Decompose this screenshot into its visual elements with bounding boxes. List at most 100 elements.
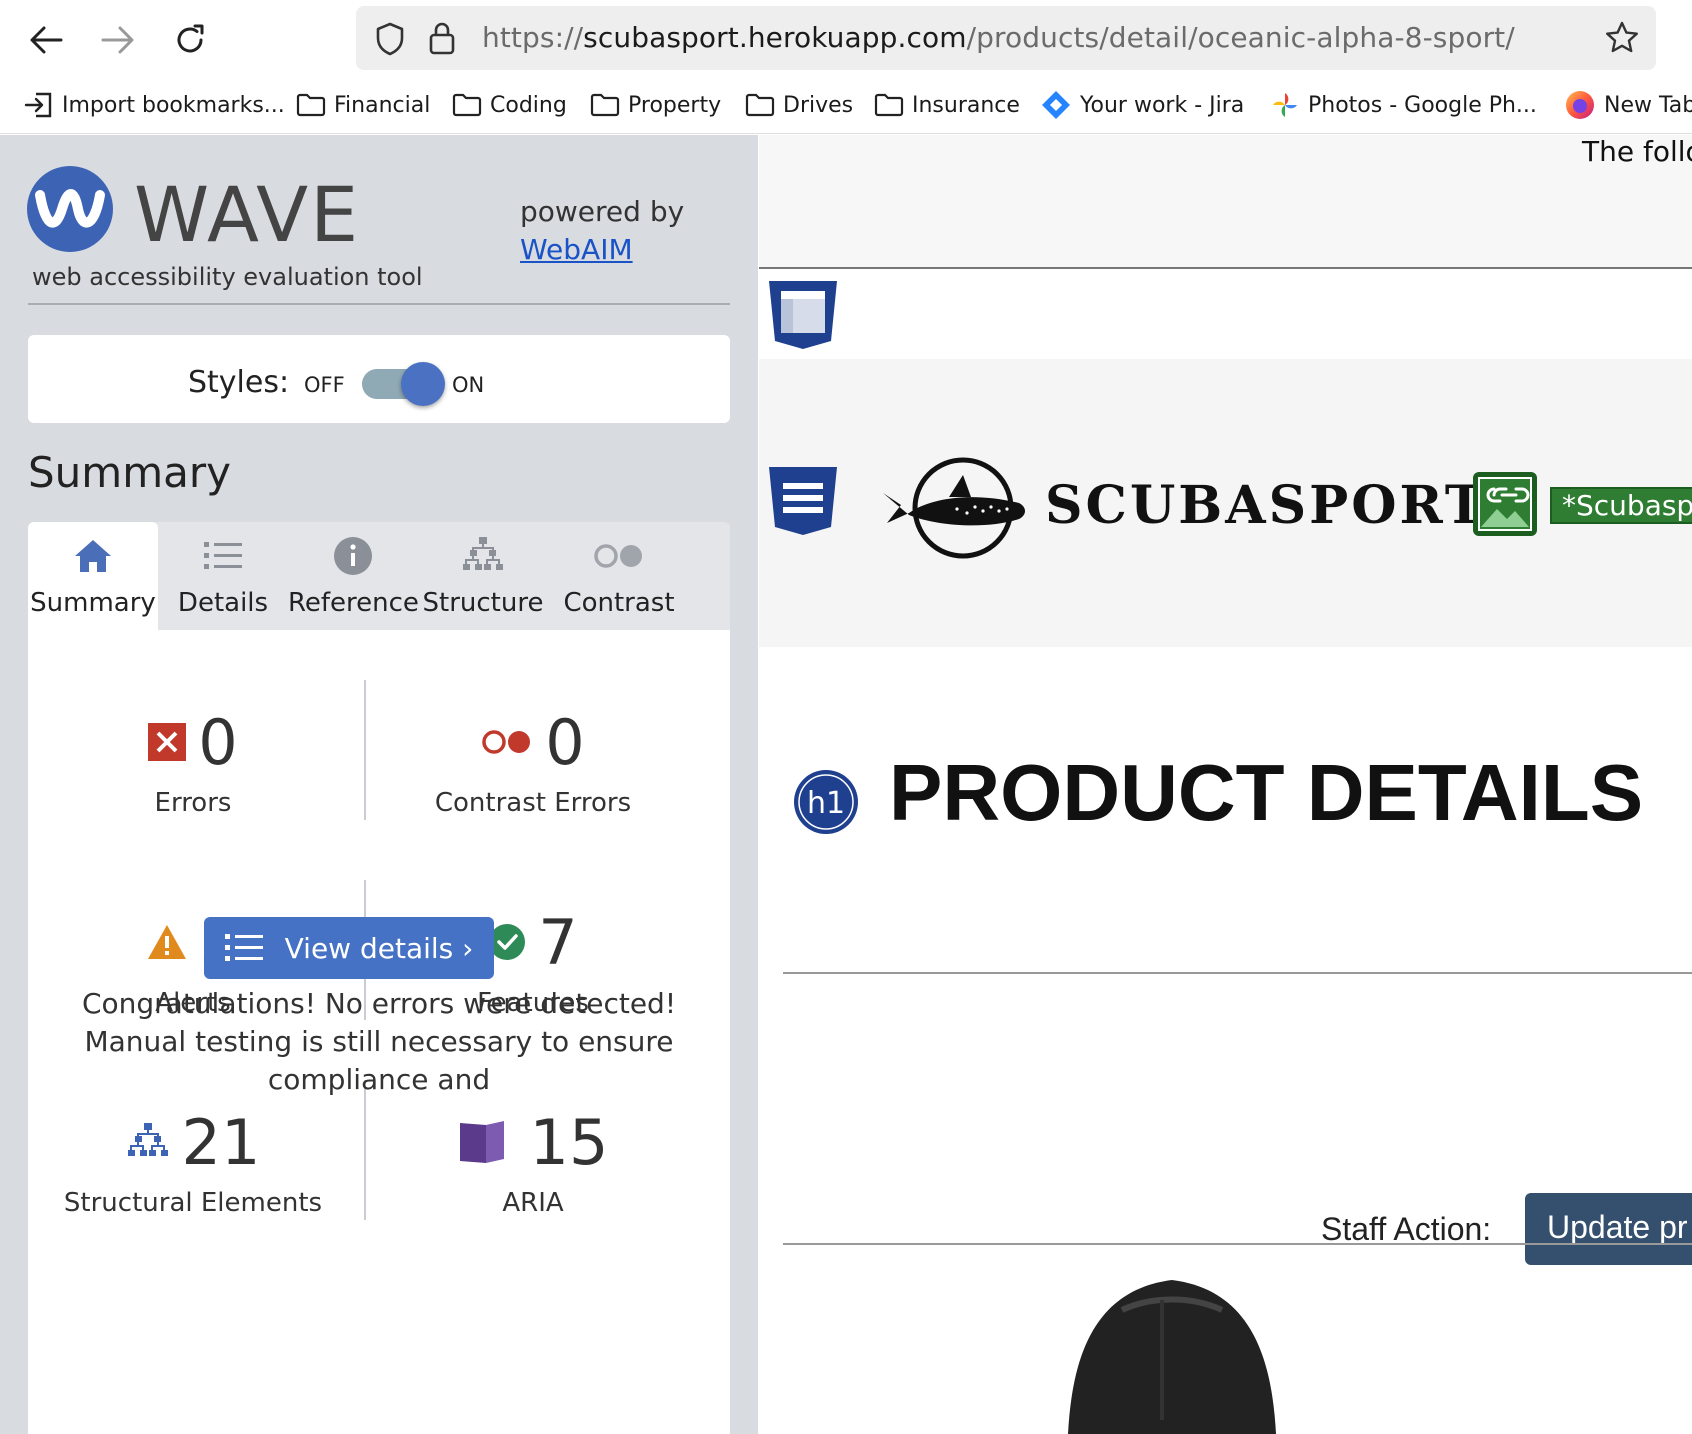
bookmark-star-icon[interactable] xyxy=(1604,20,1640,56)
tab-label: Structure xyxy=(422,588,544,618)
bookmark-new-tab[interactable]: New Tab xyxy=(1564,90,1692,120)
folder-icon xyxy=(745,93,775,117)
h1-badge-text: h1 xyxy=(807,786,845,821)
bookmark-label: Financial xyxy=(334,92,431,118)
bookmark-import[interactable]: Import bookmarks... xyxy=(24,90,285,120)
folder-icon xyxy=(452,93,482,117)
bookmarks-bar: Import bookmarks... Financial Coding Pro… xyxy=(0,76,1692,134)
contrast-error-icon xyxy=(482,730,531,754)
bookmark-google-photos[interactable]: Photos - Google Ph... xyxy=(1270,90,1537,120)
page-content: The follo SCUBASPORT *Scubaspor h1 PRODU… xyxy=(759,135,1692,1434)
contrast-icon xyxy=(594,544,642,568)
view-details-label: View details › xyxy=(284,931,474,965)
bookmark-label: Coding xyxy=(490,92,567,118)
wave-logo-icon xyxy=(27,166,113,252)
structure-icon xyxy=(127,1123,168,1156)
tab-structure[interactable]: Structure xyxy=(418,522,548,630)
aria-icon xyxy=(459,1121,504,1163)
aria-label: ARIA xyxy=(502,1188,564,1218)
whale-shark-logo-icon[interactable] xyxy=(879,453,1031,563)
url-path: /products/detail/oceanic-alpha-8-sport/ xyxy=(966,21,1515,54)
bookmark-label: Drives xyxy=(783,92,854,118)
tab-label: Details xyxy=(177,588,269,618)
divider xyxy=(783,972,1692,974)
features-count: 7 xyxy=(538,905,578,979)
page-heading: PRODUCT DETAILS xyxy=(889,748,1644,837)
info-icon xyxy=(334,537,372,575)
hierarchy-icon xyxy=(463,537,503,570)
home-icon xyxy=(75,540,111,572)
structural-label: Structural Elements xyxy=(63,1188,323,1218)
errors-label: Errors xyxy=(154,788,232,818)
folder-icon xyxy=(874,93,904,117)
forward-button[interactable] xyxy=(96,18,140,62)
wave-alt-text-icon[interactable] xyxy=(1472,471,1538,537)
powered-by: powered by WebAIM xyxy=(520,193,684,269)
bookmark-label: Your work - Jira xyxy=(1080,92,1245,118)
product-image-top xyxy=(1068,1280,1276,1434)
url-host: scubasport.herokuapp.com xyxy=(583,21,967,54)
bookmark-insurance[interactable]: Insurance xyxy=(874,90,1020,120)
wave-header-icon[interactable] xyxy=(767,465,839,537)
tab-label: Summary xyxy=(30,588,156,618)
wave-region-icon[interactable] xyxy=(767,279,839,351)
bookmark-label: Property xyxy=(628,92,722,118)
tab-summary[interactable]: Summary xyxy=(28,522,158,630)
jira-icon xyxy=(1042,91,1070,119)
bookmark-coding[interactable]: Coding xyxy=(452,90,567,120)
reload-button[interactable] xyxy=(168,18,212,62)
summary-heading: Summary xyxy=(28,448,231,497)
firefox-icon xyxy=(1566,91,1594,119)
tab-reference[interactable]: Reference xyxy=(288,522,419,630)
contrast-errors-count: 0 xyxy=(545,705,585,779)
shield-icon[interactable] xyxy=(374,22,406,56)
google-photos-icon xyxy=(1273,93,1297,117)
webaim-link[interactable]: WebAIM xyxy=(520,233,633,266)
error-icon xyxy=(148,723,187,761)
alert-icon xyxy=(148,925,187,959)
divider xyxy=(364,1080,366,1220)
bookmark-drives[interactable]: Drives xyxy=(745,90,853,120)
structural-count: 21 xyxy=(181,1105,261,1179)
bookmark-jira[interactable]: Your work - Jira xyxy=(1040,90,1244,120)
divider xyxy=(28,303,730,305)
styles-toggle-knob[interactable] xyxy=(401,362,445,406)
url-text[interactable]: https://scubasport.herokuapp.com/product… xyxy=(482,21,1515,54)
back-button[interactable] xyxy=(24,18,68,62)
wave-subtitle: web accessibility evaluation tool xyxy=(32,263,423,291)
divider xyxy=(783,1243,1692,1245)
tab-contrast[interactable]: Contrast xyxy=(548,522,690,630)
errors-count: 0 xyxy=(198,705,238,779)
page-top-banner: The follo xyxy=(759,135,1692,269)
alt-text-label: *Scubaspor xyxy=(1550,487,1692,524)
address-bar[interactable]: https://scubasport.herokuapp.com/product… xyxy=(356,6,1656,70)
bookmark-label: Insurance xyxy=(912,92,1020,118)
styles-toggle-panel: Styles: OFF ON xyxy=(28,335,730,423)
update-product-button[interactable]: Update pr xyxy=(1525,1193,1692,1265)
view-details-button[interactable]: View details › xyxy=(204,917,494,979)
h1-badge-icon[interactable]: h1 xyxy=(793,769,859,835)
folder-icon xyxy=(590,93,620,117)
url-scheme: https:// xyxy=(482,21,584,54)
contrast-errors-label: Contrast Errors xyxy=(434,788,632,818)
styles-label: Styles: xyxy=(188,365,290,400)
bookmark-financial[interactable]: Financial xyxy=(296,90,430,120)
bookmark-label: Import bookmarks... xyxy=(62,92,285,118)
page-top-text: The follo xyxy=(1582,135,1692,168)
reload-icon xyxy=(177,24,204,53)
brand-name[interactable]: SCUBASPORT xyxy=(1045,475,1487,536)
back-arrow-icon xyxy=(30,26,63,54)
stat-errors: 0 Errors xyxy=(28,702,358,818)
tab-details[interactable]: Details xyxy=(158,522,288,630)
stat-contrast-errors: 0 Contrast Errors xyxy=(368,702,698,819)
tab-label: Contrast xyxy=(563,588,675,618)
stat-structural-elements: 21 Structural Elements xyxy=(28,1102,358,1219)
import-icon xyxy=(24,92,52,118)
wave-sidebar: WAVE web accessibility evaluation tool p… xyxy=(0,135,758,1434)
bookmark-property[interactable]: Property xyxy=(590,90,721,120)
lock-icon[interactable] xyxy=(428,20,456,56)
powered-by-text: powered by xyxy=(520,195,685,228)
forward-arrow-icon xyxy=(101,26,134,54)
divider xyxy=(364,680,366,820)
bookmark-label: New Tab xyxy=(1604,92,1692,118)
